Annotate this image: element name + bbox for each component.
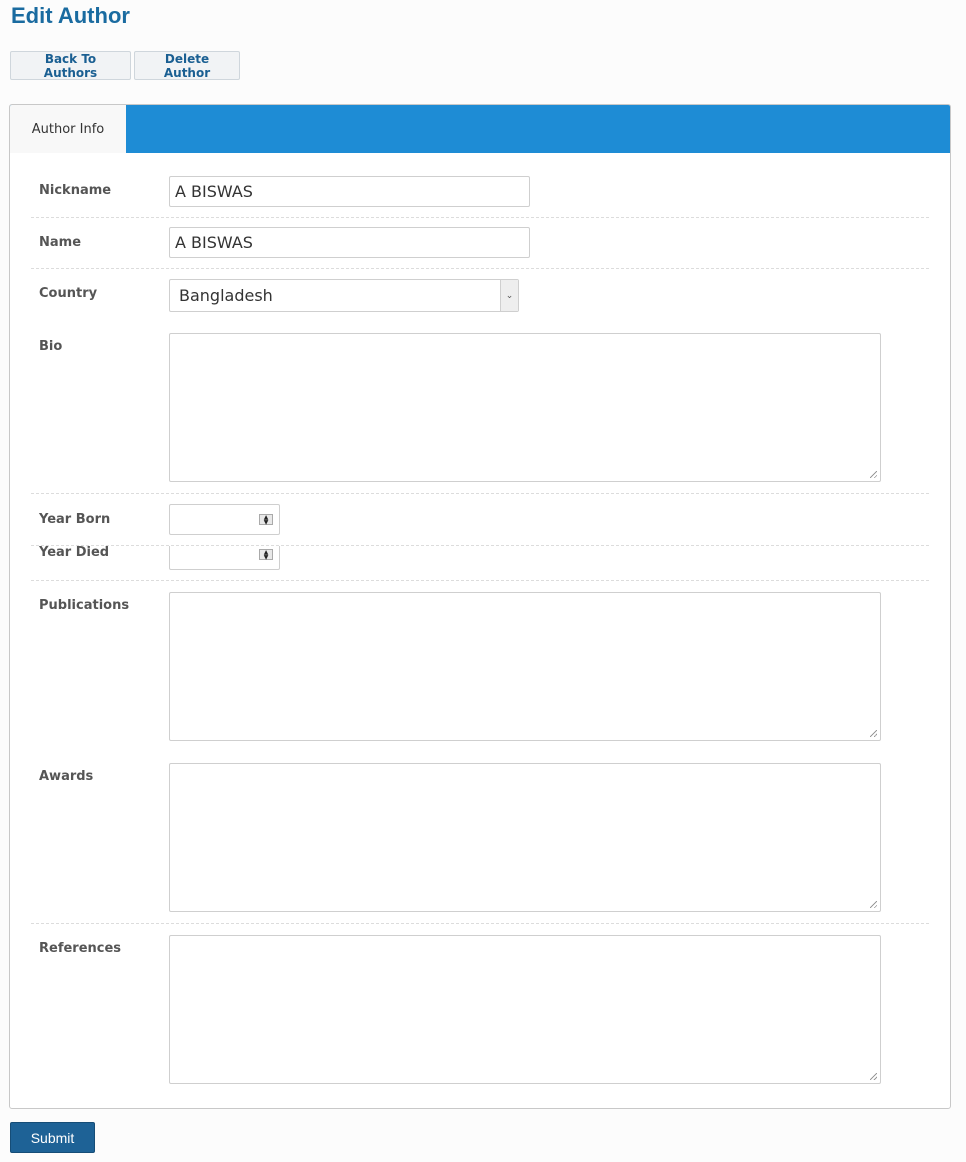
country-select[interactable]: Bangladesh ⌄	[169, 279, 519, 312]
country-bio-row: Country Bangladesh ⌄ Bio	[31, 269, 929, 494]
publications-textarea[interactable]	[169, 592, 881, 741]
resize-grip-icon[interactable]	[870, 901, 879, 910]
chevron-down-icon: ⌄	[500, 280, 518, 311]
awards-label: Awards	[39, 769, 94, 784]
year-died-row: Year Died ▲ ▼	[31, 546, 929, 581]
references-row: References	[31, 924, 929, 1094]
resize-grip-icon[interactable]	[870, 471, 879, 480]
publications-label: Publications	[39, 598, 130, 613]
name-input[interactable]	[169, 227, 530, 258]
year-born-label: Year Born	[39, 512, 111, 527]
bio-textarea[interactable]	[169, 333, 881, 482]
awards-textarea[interactable]	[169, 763, 881, 912]
year-born-input[interactable]: ▲ ▼	[169, 504, 280, 535]
nickname-label: Nickname	[39, 183, 112, 198]
bio-label: Bio	[39, 339, 63, 354]
submit-button[interactable]: Submit	[10, 1122, 95, 1153]
year-died-input[interactable]: ▲ ▼	[169, 546, 280, 570]
country-selected-value: Bangladesh	[179, 286, 273, 305]
country-label: Country	[39, 286, 98, 301]
year-born-row: Year Born ▲ ▼	[31, 494, 929, 546]
tab-author-info[interactable]: Author Info	[10, 105, 126, 153]
page-title: Edit Author	[11, 3, 130, 28]
tab-bar: Author Info	[10, 105, 950, 153]
name-row: Name	[31, 218, 929, 269]
nickname-row: Nickname	[31, 153, 929, 218]
nickname-input[interactable]	[169, 176, 530, 207]
back-to-authors-button[interactable]: Back To Authors	[10, 51, 131, 80]
references-textarea[interactable]	[169, 935, 881, 1084]
publications-awards-row: Publications Awards	[31, 581, 929, 924]
delete-author-button[interactable]: Delete Author	[134, 51, 240, 80]
name-label: Name	[39, 235, 82, 250]
resize-grip-icon[interactable]	[870, 1073, 879, 1082]
author-form-panel: Author Info Nickname Name Country Bangla…	[9, 104, 951, 1109]
references-label: References	[39, 941, 122, 956]
spinner-icon[interactable]: ▲ ▼	[259, 514, 273, 526]
year-died-label: Year Died	[39, 546, 110, 560]
resize-grip-icon[interactable]	[870, 730, 879, 739]
spinner-icon[interactable]: ▲ ▼	[259, 549, 273, 561]
